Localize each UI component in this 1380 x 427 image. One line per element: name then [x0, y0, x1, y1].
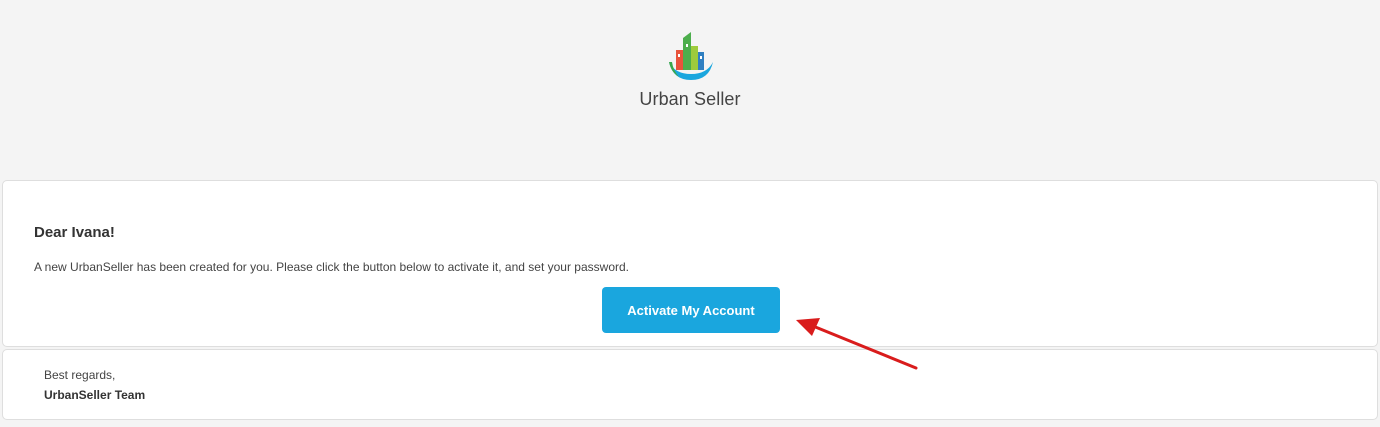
team-signature: UrbanSeller Team [44, 388, 146, 402]
activation-card: Dear Ivana! A new UrbanSeller has been c… [2, 180, 1378, 347]
activate-account-button[interactable]: Activate My Account [602, 287, 780, 333]
activation-message: A new UrbanSeller has been created for y… [34, 260, 630, 274]
signature-card: Best regards, UrbanSeller Team [2, 349, 1378, 420]
brand-name: Urban Seller [639, 89, 741, 109]
urban-seller-logo-icon [669, 32, 713, 80]
closing-text: Best regards, [44, 368, 116, 382]
email-header: Urban Seller [0, 0, 1380, 180]
red-arrow-icon [796, 318, 918, 370]
greeting-heading: Dear Ivana! [34, 224, 115, 241]
